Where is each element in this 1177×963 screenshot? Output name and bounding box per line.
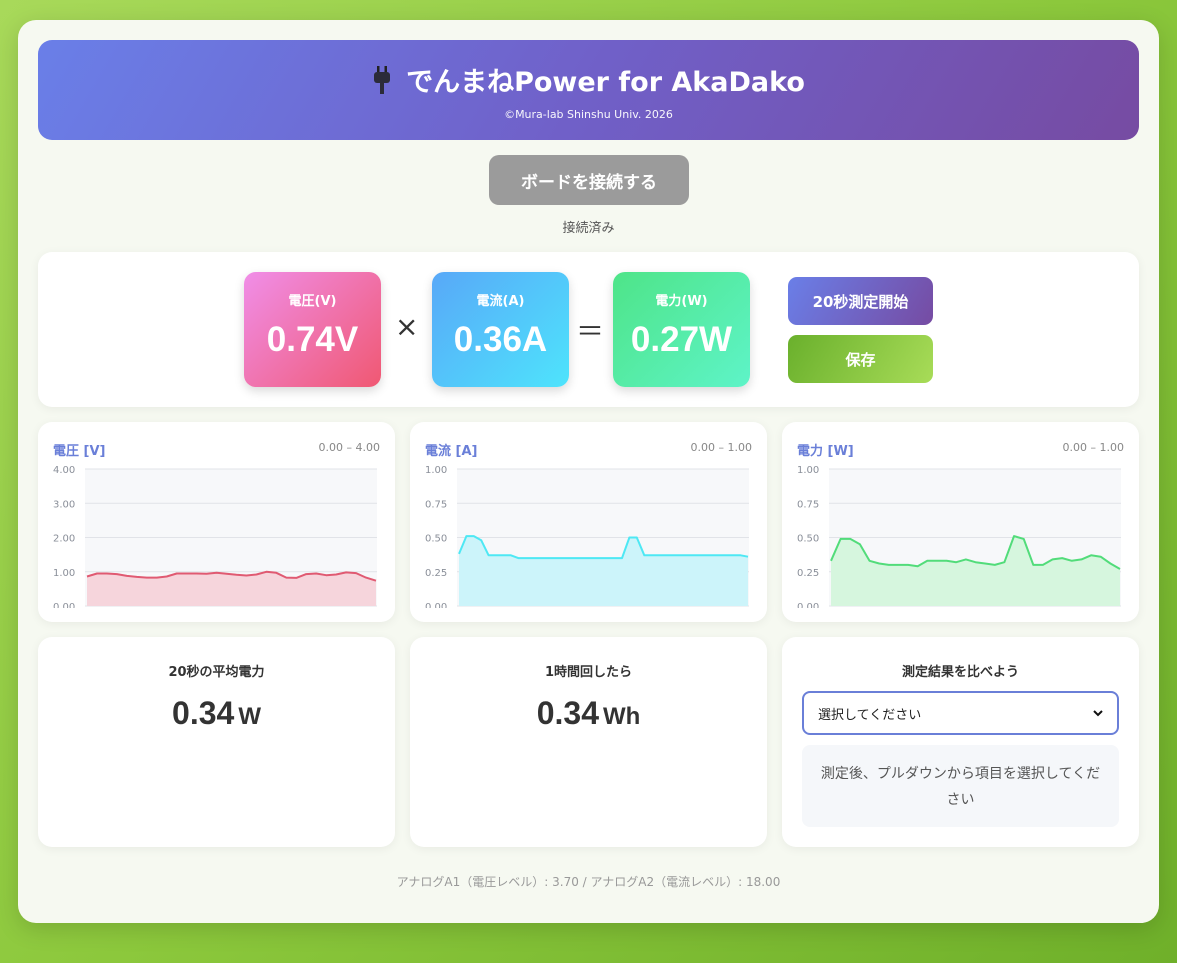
power-meter: 電力(W) 0.27W <box>613 272 750 387</box>
compare-select-value: 選択してください <box>818 707 922 723</box>
chevron-down-icon <box>1093 710 1103 717</box>
compare-label: 測定結果を比べよう <box>901 665 1019 680</box>
avg-power-card: 20秒の平均電力 0.34 W <box>38 637 395 847</box>
current-value: 0.36A <box>453 320 548 359</box>
app-container: でんまねPower for AkaDako ©Mura-lab Shinshu … <box>18 20 1159 923</box>
avg-power-number: 0.34 <box>172 695 235 731</box>
analog-readout: アナログA1（電圧レベル）: 3.70 / アナログA2（電流レベル）: 18.… <box>396 875 781 889</box>
y-tick-label: 1.00 <box>53 568 75 579</box>
avg-power-label: 20秒の平均電力 <box>168 665 265 680</box>
voltage-chart-range: 0.00 – 4.00 <box>318 441 380 454</box>
equals-operator: ＝ <box>576 315 605 348</box>
voltage-chart-title: 電圧 [V] <box>53 444 106 459</box>
current-chart-range: 0.00 – 1.00 <box>690 441 752 454</box>
copyright-text: ©Mura-lab Shinshu Univ. 2026 <box>504 108 673 121</box>
power-chart: 0.00 0.25 0.50 0.75 1.00 <box>797 466 1121 608</box>
y-tick-label: 0.50 <box>425 534 447 545</box>
avg-power-value: 0.34 W <box>38 695 395 732</box>
y-tick-label: 1.00 <box>425 466 447 476</box>
compare-card: 測定結果を比べよう 選択してください 測定後、プルダウンから項目を選択してくださ… <box>782 637 1139 847</box>
voltage-label: 電圧(V) <box>288 294 337 309</box>
y-tick-label: 0.25 <box>797 568 819 579</box>
save-button[interactable]: 保存 <box>788 335 933 383</box>
y-tick-label: 0.25 <box>425 568 447 579</box>
page-title: でんまねPower for AkaDako <box>38 60 1139 99</box>
connection-status: 接続済み <box>562 221 615 236</box>
y-tick-label: 4.00 <box>53 466 75 476</box>
meter-panel: 電圧(V) 0.74V × 電流(A) 0.36A ＝ 電力(W) 0.27W … <box>38 252 1139 407</box>
voltage-meter: 電圧(V) 0.74V <box>244 272 381 387</box>
current-meter: 電流(A) 0.36A <box>432 272 569 387</box>
times-operator: × <box>395 310 419 343</box>
connect-board-button[interactable]: ボードを接続する <box>489 155 689 205</box>
power-label: 電力(W) <box>655 294 708 309</box>
current-chart-card: 電流 [A] 0.00 – 1.00 0.00 0.25 0.50 0.75 1.00 <box>410 422 767 622</box>
power-value: 0.27W <box>630 320 733 359</box>
voltage-chart-card: 電圧 [V] 0.00 – 4.00 0.00 1.00 2.00 3.00 4.00 <box>38 422 395 622</box>
compare-select[interactable]: 選択してください <box>802 691 1119 735</box>
y-tick-label: 1.00 <box>797 466 819 476</box>
hourly-energy-unit: Wh <box>602 703 641 730</box>
current-label: 電流(A) <box>476 294 525 309</box>
y-tick-label: 3.00 <box>53 499 75 510</box>
y-tick-label: 0.00 <box>425 602 447 608</box>
voltage-value: 0.74V <box>266 320 359 359</box>
hourly-energy-number: 0.34 <box>536 695 599 731</box>
avg-power-unit: W <box>238 703 261 730</box>
voltage-chart: 0.00 1.00 2.00 3.00 4.00 <box>53 466 377 608</box>
hourly-energy-label: 1時間回したら <box>544 665 633 680</box>
app-title-text: でんまねPower for AkaDako <box>406 67 805 98</box>
app-header: でんまねPower for AkaDako ©Mura-lab Shinshu … <box>38 40 1139 140</box>
y-tick-label: 0.75 <box>425 499 447 510</box>
y-tick-label: 0.00 <box>797 602 819 608</box>
hourly-energy-card: 1時間回したら 0.34 Wh <box>410 637 767 847</box>
power-chart-range: 0.00 – 1.00 <box>1062 441 1124 454</box>
current-chart-title: 電流 [A] <box>425 444 478 459</box>
y-tick-label: 0.50 <box>797 534 819 545</box>
y-tick-label: 2.00 <box>53 534 75 545</box>
plug-icon <box>374 65 391 94</box>
hourly-energy-value: 0.34 Wh <box>410 695 767 732</box>
power-chart-card: 電力 [W] 0.00 – 1.00 0.00 0.25 0.50 0.75 1.00 <box>782 422 1139 622</box>
current-chart: 0.00 0.25 0.50 0.75 1.00 <box>425 466 749 608</box>
power-chart-title: 電力 [W] <box>797 444 854 459</box>
compare-hint: 測定後、プルダウンから項目を選択してください <box>802 745 1119 827</box>
y-tick-label: 0.00 <box>53 602 75 608</box>
y-tick-label: 0.75 <box>797 499 819 510</box>
start-measurement-button[interactable]: 20秒測定開始 <box>788 277 933 325</box>
